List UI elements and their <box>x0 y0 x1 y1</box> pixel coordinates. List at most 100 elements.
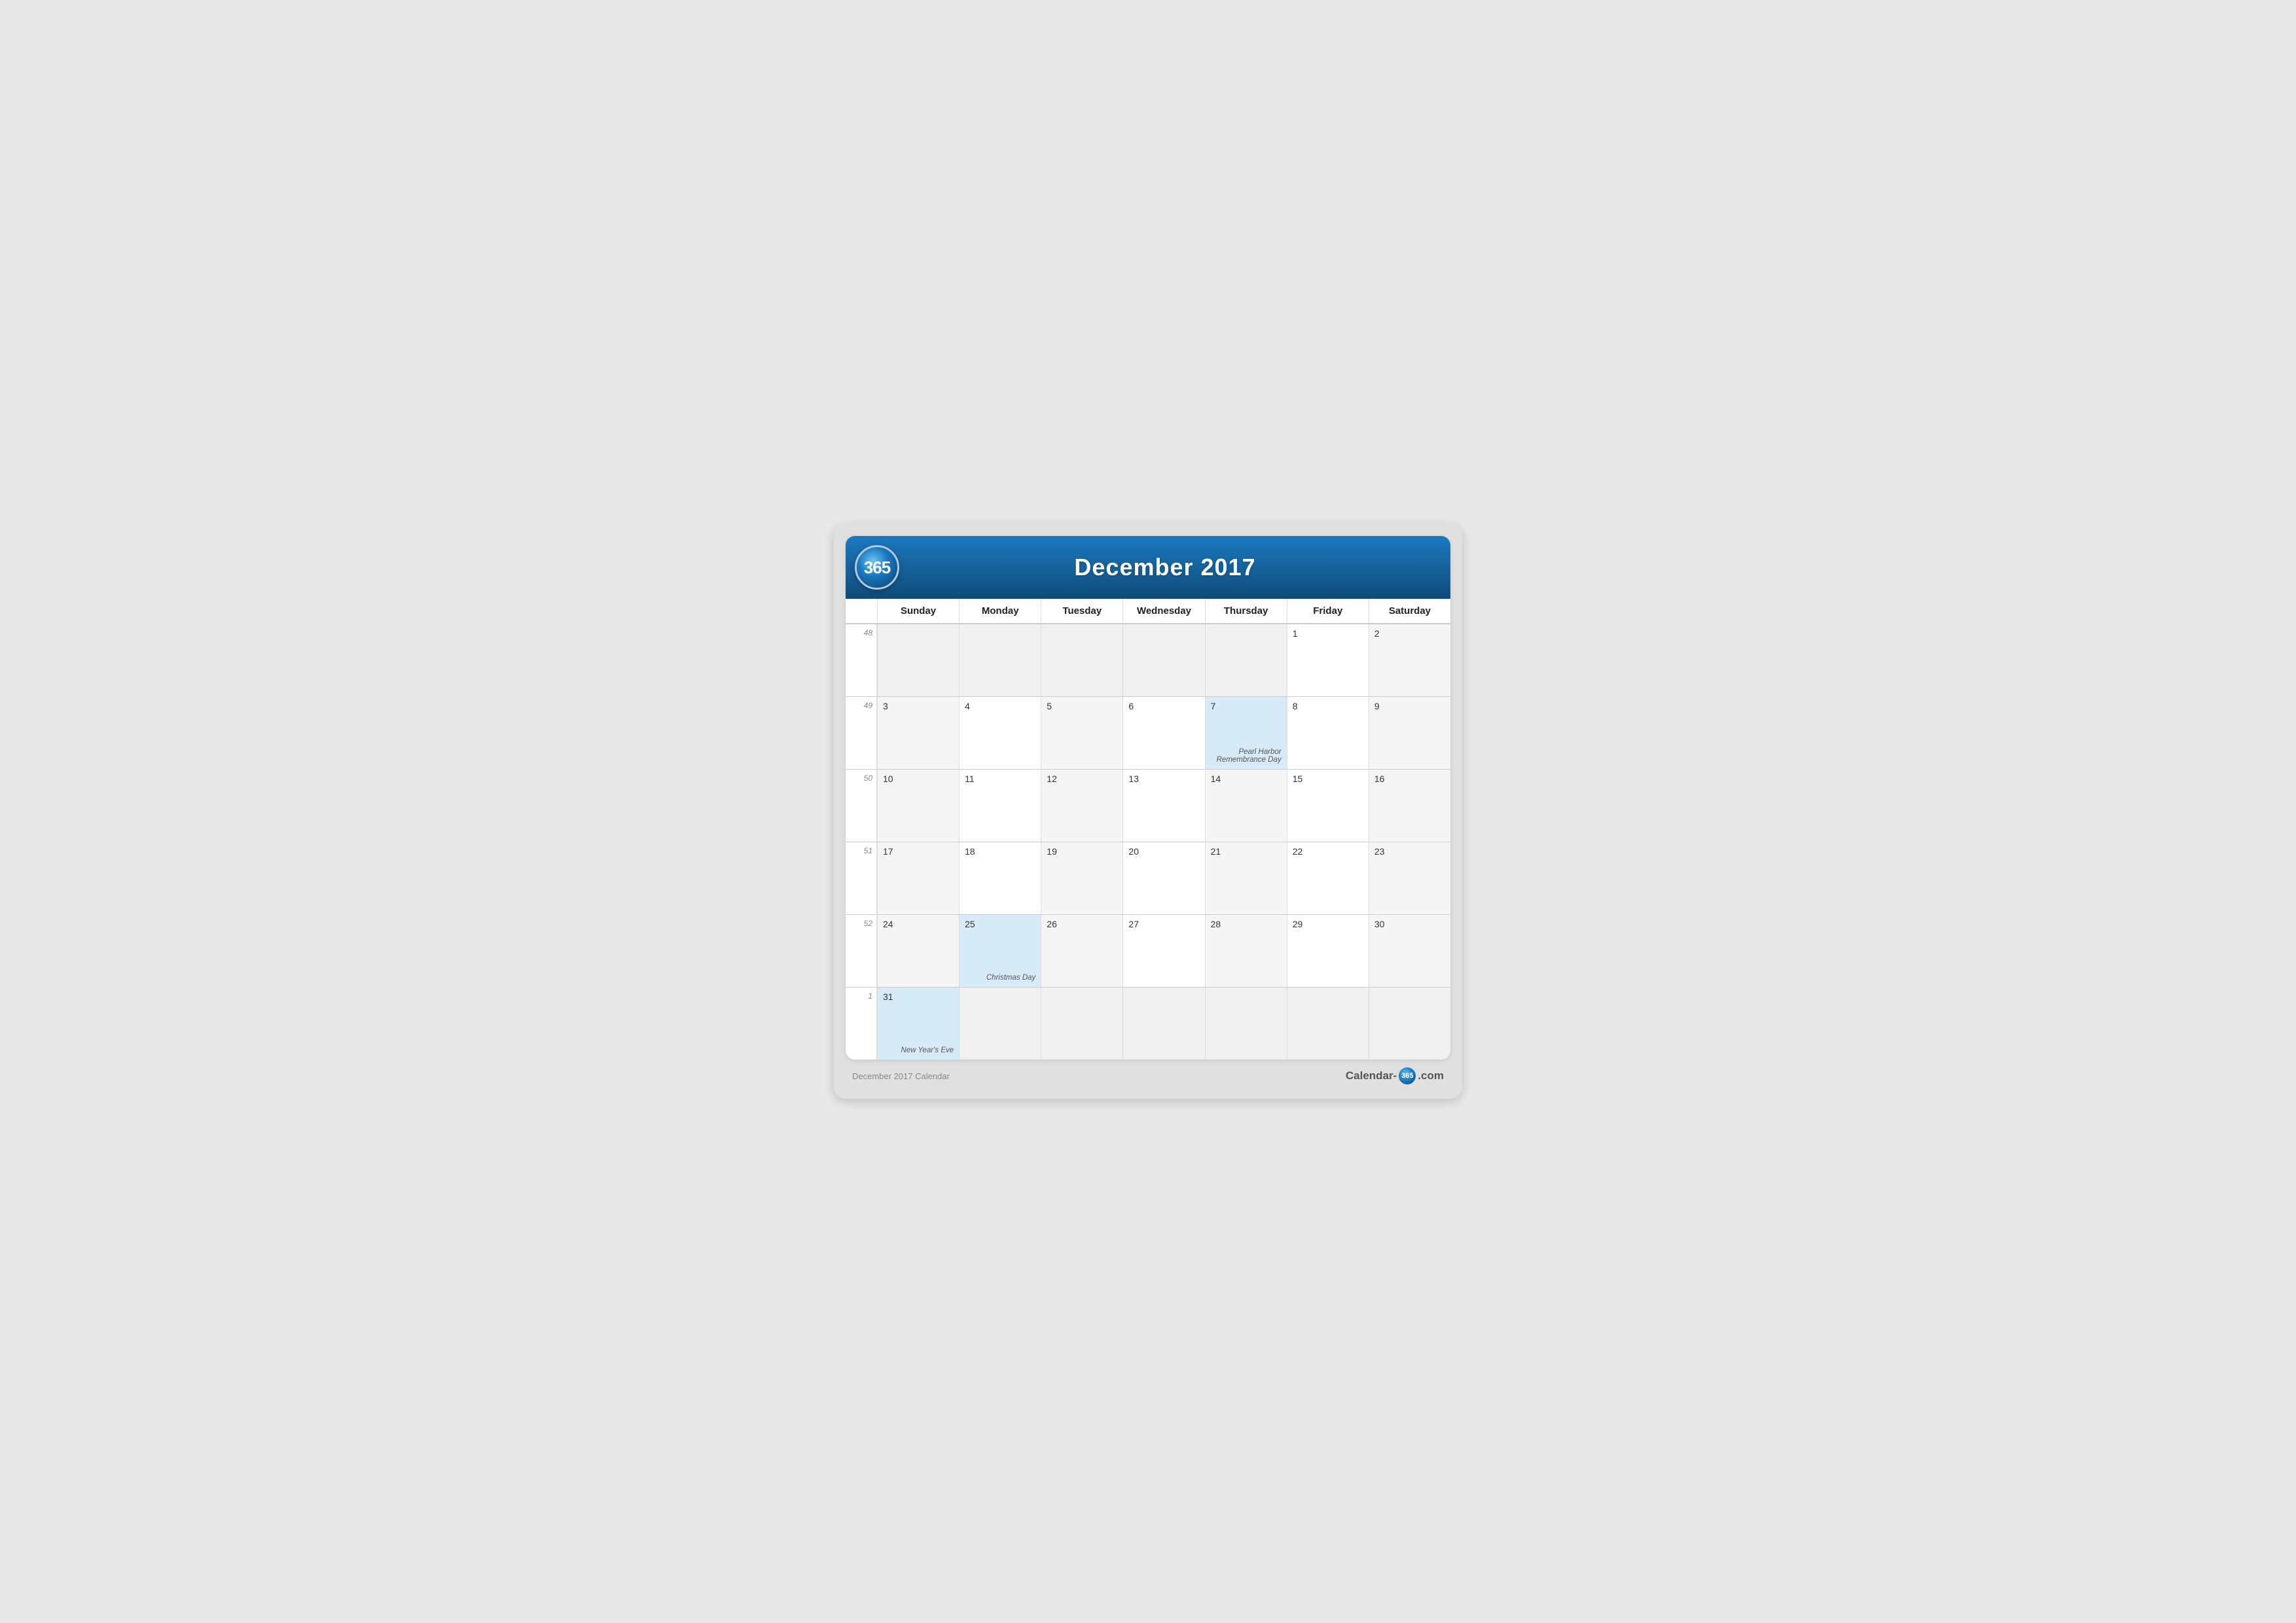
day-number-24: 24 <box>883 919 954 929</box>
calendar-row-4: 52 24 25 Christmas Day 26 27 28 29 30 <box>846 914 1450 987</box>
day-number-18: 18 <box>965 846 1035 857</box>
week-number-3: 51 <box>846 842 877 914</box>
day-header-thursday: Thursday <box>1205 599 1287 623</box>
day-cell-week4-day0: 24 <box>877 915 959 987</box>
day-number-29: 29 <box>1293 919 1363 929</box>
calendar-header: 365 December 2017 <box>846 536 1450 599</box>
day-number-8: 8 <box>1293 701 1363 711</box>
day-number-7: 7 <box>1211 701 1282 711</box>
day-number-6: 6 <box>1128 701 1199 711</box>
holiday-label-31: New Year's Eve <box>901 1046 954 1054</box>
day-cell-week4-day6: 30 <box>1369 915 1450 987</box>
page-wrapper: 365 December 2017 Sunday Monday Tuesday … <box>834 524 1462 1099</box>
day-number-14: 14 <box>1211 774 1282 784</box>
day-number-27: 27 <box>1128 919 1199 929</box>
footer-caption: December 2017 Calendar <box>852 1071 950 1081</box>
day-header-monday: Monday <box>959 599 1041 623</box>
day-number-12: 12 <box>1047 774 1117 784</box>
day-header-sunday: Sunday <box>877 599 959 623</box>
day-number-31: 31 <box>883 991 954 1002</box>
day-headers: Sunday Monday Tuesday Wednesday Thursday… <box>846 599 1450 624</box>
footer-brand: Calendar- 365 .com <box>1346 1067 1444 1084</box>
day-cell-week4-day3: 27 <box>1122 915 1204 987</box>
calendar-row-1: 4934567Pearl Harbor Remembrance Day89 <box>846 696 1450 769</box>
day-cell-week3-day1: 18 <box>959 842 1041 914</box>
day-cell-week5-day0: 31 New Year's Eve <box>877 988 959 1060</box>
day-cell-week3-day3: 20 <box>1122 842 1204 914</box>
day-cell-week0-day3 <box>1122 624 1204 696</box>
day-cell-week0-day4 <box>1205 624 1287 696</box>
day-cell-week5-day6 <box>1369 988 1450 1060</box>
day-cell-week4-day1: 25 Christmas Day <box>959 915 1041 987</box>
brand-text-before: Calendar- <box>1346 1069 1397 1082</box>
day-cell-week2-day2: 12 <box>1041 770 1122 842</box>
day-header-saturday: Saturday <box>1369 599 1450 623</box>
day-number-28: 28 <box>1211 919 1282 929</box>
day-number-10: 10 <box>883 774 954 784</box>
day-cell-week0-day0 <box>877 624 959 696</box>
day-cell-week5-day1 <box>959 988 1041 1060</box>
day-cell-week3-day2: 19 <box>1041 842 1122 914</box>
day-cell-week5-day5 <box>1287 988 1369 1060</box>
day-number-23: 23 <box>1374 846 1445 857</box>
calendar-row-0: 4812 <box>846 624 1450 696</box>
calendar-row-5: 1 31 New Year's Eve <box>846 987 1450 1060</box>
day-number-16: 16 <box>1374 774 1445 784</box>
day-cell-week2-day3: 13 <box>1122 770 1204 842</box>
day-cell-week0-day1 <box>959 624 1041 696</box>
day-header-wednesday: Wednesday <box>1122 599 1204 623</box>
day-cell-week2-day1: 11 <box>959 770 1041 842</box>
day-number-21: 21 <box>1211 846 1282 857</box>
calendar-row-2: 50 10 11 12 13 14 15 16 <box>846 769 1450 842</box>
brand-text-after: .com <box>1418 1069 1444 1082</box>
day-number-1: 1 <box>1293 628 1363 639</box>
week-label-header <box>846 599 877 623</box>
day-number-13: 13 <box>1128 774 1199 784</box>
day-cell-week4-day5: 29 <box>1287 915 1369 987</box>
week-number-4: 52 <box>846 915 877 987</box>
calendar-grid: 48124934567Pearl Harbor Remembrance Day8… <box>846 624 1450 1060</box>
day-cell-week5-day4 <box>1205 988 1287 1060</box>
day-cell-week1-day6: 9 <box>1369 697 1450 769</box>
holiday-label-7: Pearl Harbor Remembrance Day <box>1206 748 1282 764</box>
day-cell-week0-day2 <box>1041 624 1122 696</box>
week-number-2: 50 <box>846 770 877 842</box>
day-header-tuesday: Tuesday <box>1041 599 1122 623</box>
day-number-9: 9 <box>1374 701 1445 711</box>
day-cell-week5-day2 <box>1041 988 1122 1060</box>
day-header-friday: Friday <box>1287 599 1369 623</box>
day-number-22: 22 <box>1293 846 1363 857</box>
day-cell-week2-day0: 10 <box>877 770 959 842</box>
logo-text: 365 <box>864 558 890 578</box>
day-cell-week0-day5: 1 <box>1287 624 1369 696</box>
week-number-1: 49 <box>846 697 877 769</box>
day-cell-week3-day0: 17 <box>877 842 959 914</box>
day-cell-week4-day2: 26 <box>1041 915 1122 987</box>
day-number-15: 15 <box>1293 774 1363 784</box>
day-cell-week3-day6: 23 <box>1369 842 1450 914</box>
logo-circle: 365 <box>855 545 899 590</box>
day-cell-week4-day4: 28 <box>1205 915 1287 987</box>
day-number-4: 4 <box>965 701 1035 711</box>
day-number-19: 19 <box>1047 846 1117 857</box>
day-cell-week1-day5: 8 <box>1287 697 1369 769</box>
day-cell-week5-day3 <box>1122 988 1204 1060</box>
brand-365: 365 <box>1399 1067 1416 1084</box>
day-cell-week1-day4: 7 Pearl Harbor Remembrance Day <box>1205 697 1287 769</box>
day-cell-week1-day1: 4 <box>959 697 1041 769</box>
calendar-row-3: 5117 18 19 20 21 22 23 <box>846 842 1450 914</box>
day-number-30: 30 <box>1374 919 1445 929</box>
day-number-26: 26 <box>1047 919 1117 929</box>
week-number-5: 1 <box>846 988 877 1060</box>
day-cell-week2-day6: 16 <box>1369 770 1450 842</box>
day-cell-week3-day5: 22 <box>1287 842 1369 914</box>
day-cell-week1-day3: 6 <box>1122 697 1204 769</box>
day-cell-week1-day0: 3 <box>877 697 959 769</box>
day-cell-week2-day5: 15 <box>1287 770 1369 842</box>
holiday-label-25: Christmas Day <box>986 974 1035 982</box>
day-cell-week3-day4: 21 <box>1205 842 1287 914</box>
header-title: December 2017 <box>899 554 1431 581</box>
day-number-25: 25 <box>965 919 1035 929</box>
day-number-2: 2 <box>1374 628 1445 639</box>
day-number-3: 3 <box>883 701 954 711</box>
